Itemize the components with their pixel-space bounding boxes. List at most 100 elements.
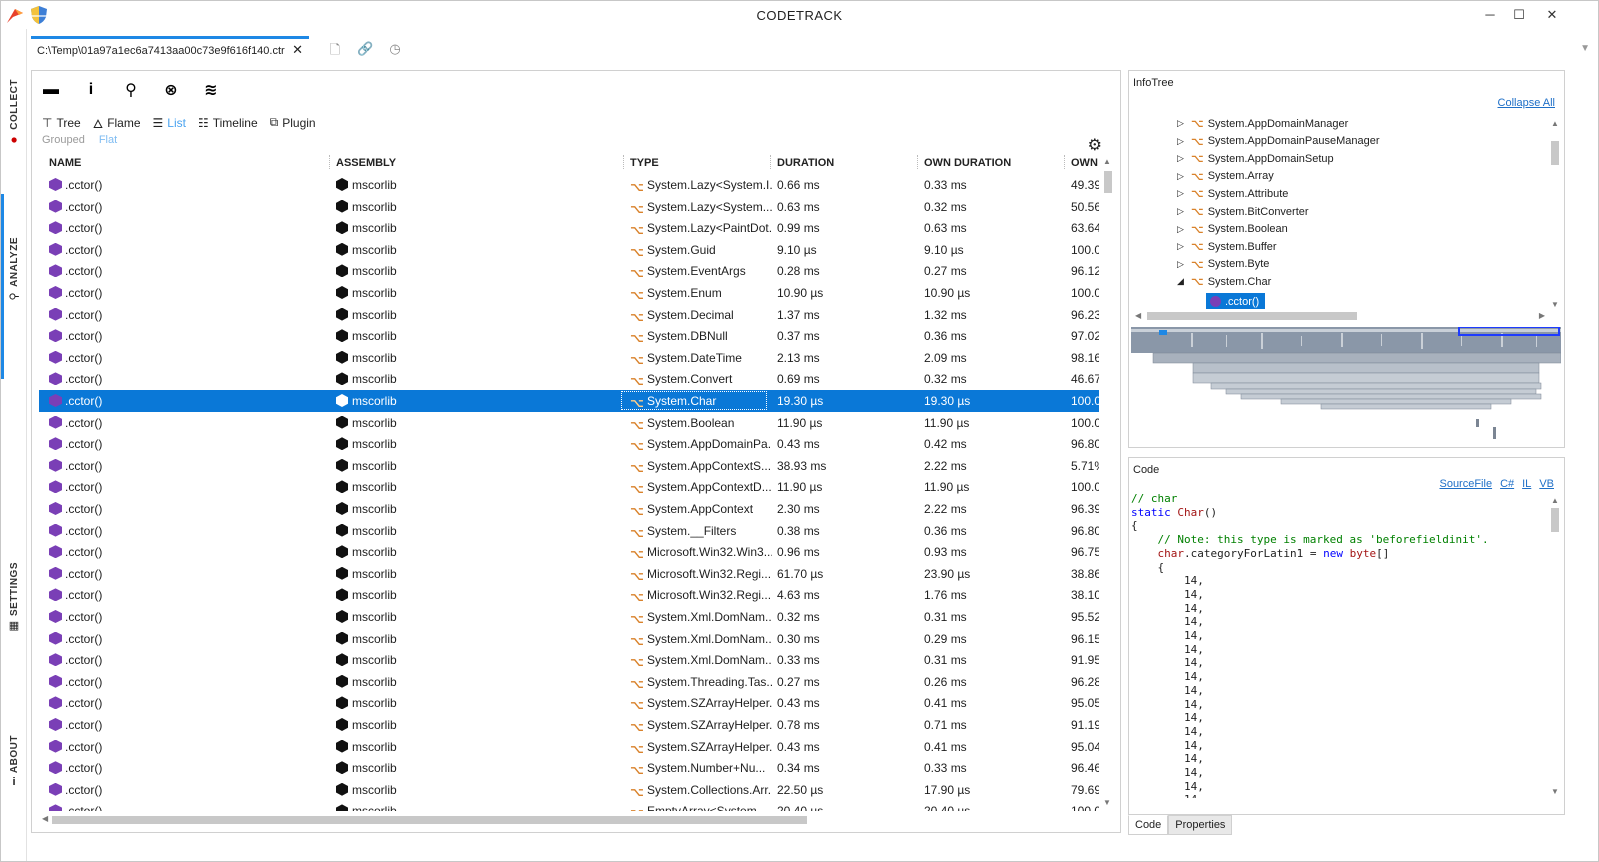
col-header-name[interactable]: NAME: [49, 157, 81, 169]
link-icon[interactable]: 🔗: [357, 41, 373, 57]
scroll-down-icon[interactable]: ▼: [1102, 798, 1112, 807]
document-icon[interactable]: 🗋: [327, 41, 343, 57]
il-link[interactable]: IL: [1522, 478, 1531, 490]
maximize-button[interactable]: ☐: [1504, 5, 1534, 25]
info-icon[interactable]: i: [82, 81, 100, 99]
col-header-own-duration[interactable]: OWN DURATION: [924, 157, 1011, 169]
table-row[interactable]: .cctor() mscorlib ⌥ System.Guid 9.10 µs 9.10 …: [39, 239, 1099, 261]
minimize-button[interactable]: ─: [1475, 5, 1505, 25]
col-header-own[interactable]: OWN: [1071, 157, 1098, 169]
infotree-horizontal-scrollbar[interactable]: ◀ ▶: [1135, 311, 1545, 321]
expand-arrow-icon[interactable]: ▷: [1177, 188, 1187, 199]
tree-item[interactable]: ▷ ⌥ System.Attribute: [1177, 187, 1288, 201]
table-row[interactable]: .cctor() mscorlib ⌥ System.SZArrayHelper...…: [39, 736, 1099, 758]
filter-icon[interactable]: ≋: [202, 81, 220, 99]
scrollbar-thumb[interactable]: [1551, 508, 1559, 532]
code-viewer[interactable]: // char static Char(){ // Note: this type…: [1131, 492, 1545, 798]
gear-icon[interactable]: ⚙: [1088, 135, 1102, 155]
table-row[interactable]: .cctor() mscorlib ⌥ Microsoft.Win32.Regi...…: [39, 563, 1099, 585]
chevron-down-icon[interactable]: ▼: [1580, 43, 1590, 54]
tree-item[interactable]: ▷ ⌥ System.Byte: [1177, 258, 1269, 271]
table-row[interactable]: .cctor() mscorlib ⌥ Microsoft.Win32.Win3...…: [39, 541, 1099, 563]
close-button[interactable]: ✕: [1537, 5, 1567, 25]
table-row[interactable]: .cctor() mscorlib ⌥ System.Number+Nu... 0.34…: [39, 757, 1099, 779]
column-separator[interactable]: [1064, 155, 1065, 169]
table-row[interactable]: .cctor() mscorlib ⌥ System.DateTime 2.13 ms 2…: [39, 347, 1099, 369]
clear-icon[interactable]: ⊗: [162, 81, 180, 99]
table-row[interactable]: .cctor() mscorlib ⌥ System.SZArrayHelper...…: [39, 714, 1099, 736]
flame-overview-minimap[interactable]: [1131, 327, 1561, 447]
view-timeline-button[interactable]: ☷ Timeline: [198, 110, 258, 135]
search-icon[interactable]: ⚲: [122, 81, 140, 99]
table-row[interactable]: .cctor() mscorlib ⌥ System.AppContext 2.30 m…: [39, 498, 1099, 520]
tree-item[interactable]: ▷ ⌥ System.Boolean: [1177, 223, 1288, 236]
sourcefile-link[interactable]: SourceFile: [1439, 478, 1492, 490]
expand-arrow-icon[interactable]: ▷: [1177, 206, 1187, 217]
table-row[interactable]: .cctor() mscorlib ⌥ System.__Filters 0.38 ms…: [39, 520, 1099, 542]
table-row[interactable]: .cctor() mscorlib ⌥ System.Lazy<System.... 0…: [39, 196, 1099, 218]
scrollbar-thumb[interactable]: [1551, 141, 1559, 165]
tree-item[interactable]: ▷ ⌥ System.AppDomainSetup: [1177, 152, 1334, 166]
collapse-arrow-icon[interactable]: ◢: [1177, 276, 1187, 287]
scrollbar-thumb[interactable]: [1104, 171, 1112, 193]
scroll-left-icon[interactable]: ◀: [42, 814, 48, 823]
view-tree-button[interactable]: ⊤ Tree: [42, 110, 81, 135]
grouped-mode-button[interactable]: Grouped: [42, 134, 85, 146]
expand-arrow-icon[interactable]: ▷: [1177, 118, 1187, 129]
table-vertical-scrollbar[interactable]: ▲ ▼: [1102, 157, 1112, 807]
close-tab-icon[interactable]: ✕: [292, 42, 303, 58]
expand-arrow-icon[interactable]: ▷: [1177, 153, 1187, 164]
table-row[interactable]: .cctor() mscorlib ⌥EmptyArray<System... 20.…: [39, 800, 1099, 811]
scroll-right-icon[interactable]: ▶: [1539, 311, 1545, 320]
view-flame-button[interactable]: 🜂 Flame: [93, 110, 141, 135]
column-separator[interactable]: [623, 155, 624, 169]
nav-settings[interactable]: SETTINGS ▦: [1, 562, 27, 632]
table-row[interactable]: .cctor() mscorlib ⌥ System.Lazy<PaintDot...…: [39, 217, 1099, 239]
scrollbar-thumb[interactable]: [1147, 312, 1357, 320]
table-row[interactable]: .cctor() mscorlib ⌥ System.AppDomainPa... 0.…: [39, 433, 1099, 455]
scroll-up-icon[interactable]: ▲: [1550, 119, 1560, 128]
scroll-up-icon[interactable]: ▲: [1102, 157, 1112, 166]
table-row[interactable]: .cctor() mscorlib ⌥ System.EventArgs 0.28 ms…: [39, 260, 1099, 282]
nav-about[interactable]: ABOUT i: [1, 735, 27, 788]
tab-properties[interactable]: Properties: [1168, 815, 1233, 835]
scroll-down-icon[interactable]: ▼: [1550, 787, 1560, 796]
table-row[interactable]: .cctor() mscorlib ⌥ System.Xml.DomNam... 0.3…: [39, 649, 1099, 671]
expand-arrow-icon[interactable]: ▷: [1177, 259, 1187, 270]
tree-selected-method[interactable]: .cctor(): [1206, 293, 1266, 309]
nav-analyze[interactable]: ANALYZE ⚲: [1, 237, 27, 303]
code-vertical-scrollbar[interactable]: ▲ ▼: [1550, 496, 1560, 796]
tree-item[interactable]: ▷ ⌥ System.Buffer: [1177, 240, 1277, 254]
table-row[interactable]: .cctor() mscorlib ⌥ System.Decimal 1.37 ms 1.…: [39, 304, 1099, 326]
table-row[interactable]: .cctor() mscorlib ⌥ System.Threading.Tas...…: [39, 671, 1099, 693]
scroll-left-icon[interactable]: ◀: [1135, 311, 1141, 320]
table-row[interactable]: .cctor() mscorlib ⌥ System.DBNull 0.37 ms 0.3…: [39, 325, 1099, 347]
column-separator[interactable]: [329, 155, 330, 169]
tree-item[interactable]: ▷ ⌥ System.AppDomainPauseManager: [1177, 135, 1380, 148]
expand-arrow-icon[interactable]: ▷: [1177, 171, 1187, 182]
table-row[interactable]: .cctor() mscorlib ⌥ System.Xml.DomNam... 0.3…: [39, 606, 1099, 628]
table-row[interactable]: .cctor() mscorlib ⌥ System.Collections.Arr.…: [39, 779, 1099, 801]
expand-arrow-icon[interactable]: ▷: [1177, 224, 1187, 235]
flat-mode-button[interactable]: Flat: [99, 134, 117, 146]
col-header-assembly[interactable]: ASSEMBLY: [336, 157, 396, 169]
view-plugin-button[interactable]: ⧉ Plugin: [270, 110, 316, 135]
tree-item[interactable]: ▷ ⌥ System.BitConverter: [1177, 205, 1309, 219]
table-row[interactable]: .cctor() mscorlib ⌥ System.Xml.DomNam... 0.3…: [39, 628, 1099, 650]
scrollbar-thumb[interactable]: [52, 816, 807, 824]
column-separator[interactable]: [917, 155, 918, 169]
infotree-vertical-scrollbar[interactable]: ▲ ▼: [1550, 119, 1560, 309]
tree-item[interactable]: ▷ ⌥ System.AppDomainManager: [1177, 117, 1348, 131]
csharp-link[interactable]: C#: [1500, 478, 1514, 490]
table-row[interactable]: .cctor() mscorlib ⌥ Microsoft.Win32.Regi...…: [39, 584, 1099, 606]
table-row[interactable]: .cctor() mscorlib ⌥ System.SZArrayHelper...…: [39, 692, 1099, 714]
col-header-duration[interactable]: DURATION: [777, 157, 834, 169]
col-header-type[interactable]: TYPE: [630, 157, 659, 169]
table-row[interactable]: .cctor() mscorlib ⌥ System.AppContextD... 11…: [39, 476, 1099, 498]
table-row[interactable]: .cctor() mscorlib ⌥ System.Convert 0.69 ms 0.…: [39, 368, 1099, 390]
tree-item[interactable]: ◢ ⌥ System.Char: [1177, 275, 1271, 289]
vb-link[interactable]: VB: [1539, 478, 1554, 490]
table-row[interactable]: .cctor() mscorlib ⌥ System.Enum 10.90 µs 10.9…: [39, 282, 1099, 304]
folder-icon[interactable]: ▬: [42, 81, 60, 99]
table-horizontal-scrollbar[interactable]: ◀: [42, 814, 1112, 824]
